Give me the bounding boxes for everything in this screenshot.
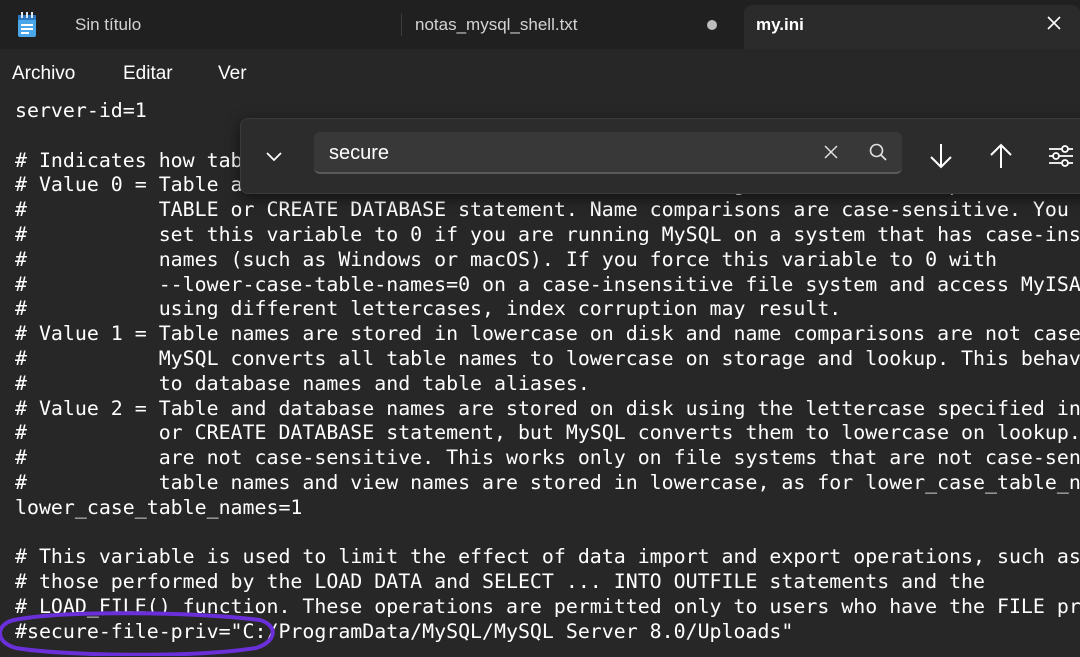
tab-sin-titulo[interactable]: Sin título — [60, 0, 400, 49]
editor-line: # table names and view names are stored … — [15, 471, 1080, 494]
editor-line: # using different lettercases, index cor… — [15, 297, 842, 321]
close-tab-icon[interactable] — [1044, 13, 1064, 33]
editor-line: # TABLE or CREATE DATABASE statement. Na… — [15, 198, 1069, 222]
find-options-icon[interactable] — [1046, 141, 1076, 171]
find-bar: secure — [240, 118, 1080, 194]
editor-line: # are not case-sensitive. This works onl… — [15, 446, 1080, 470]
editor-line: # --lower-case-table-names=0 on a case-i… — [15, 272, 1080, 296]
editor-line: # Value 1 = Table names are stored in lo… — [15, 322, 1080, 346]
editor-line: # This variable is used to limit the eff… — [15, 545, 1080, 569]
menu-bar: Archivo Editar Ver — [0, 49, 1080, 99]
find-next-icon[interactable] — [926, 141, 956, 171]
menu-ver[interactable]: Ver — [218, 63, 247, 85]
tab-label: notas_mysql_shell.txt — [415, 15, 578, 34]
clear-icon[interactable] — [822, 143, 840, 161]
editor-line: # to database names and table aliases. — [15, 371, 590, 395]
editor-line: # Value 2 = Table and database names are… — [15, 396, 1080, 420]
find-previous-icon[interactable] — [986, 141, 1016, 171]
notepad-icon — [18, 12, 36, 37]
editor-line: # names (such as Windows or macOS). If y… — [15, 247, 997, 271]
editor-line: lower_case_table_names=1 — [15, 495, 303, 519]
editor-line: # or CREATE DATABASE statement, but MySQ… — [15, 421, 1080, 445]
unsaved-dot-icon — [707, 20, 717, 30]
editor-line: # those performed by the LOAD DATA and S… — [15, 570, 985, 594]
editor-line: server-id=1 — [15, 99, 147, 122]
menu-archivo[interactable]: Archivo — [12, 63, 75, 85]
tab-label: my.ini — [756, 15, 804, 34]
find-input[interactable]: secure — [314, 132, 902, 174]
editor-line: # MySQL converts all table names to lowe… — [15, 347, 1080, 370]
highlight-annotation — [0, 611, 275, 656]
tab-bar: Sin título notas_mysql_shell.txt my.ini — [0, 0, 1080, 49]
editor-line: # set this variable to 0 if you are runn… — [15, 223, 1080, 246]
tab-label: Sin título — [75, 15, 142, 34]
find-query: secure — [329, 142, 390, 164]
tab-notas-mysql-shell[interactable]: notas_mysql_shell.txt — [400, 0, 740, 49]
menu-editar[interactable]: Editar — [123, 63, 173, 85]
chevron-down-icon[interactable] — [263, 145, 285, 167]
tab-my-ini[interactable]: my.ini — [744, 5, 1080, 49]
search-icon[interactable] — [868, 142, 888, 162]
